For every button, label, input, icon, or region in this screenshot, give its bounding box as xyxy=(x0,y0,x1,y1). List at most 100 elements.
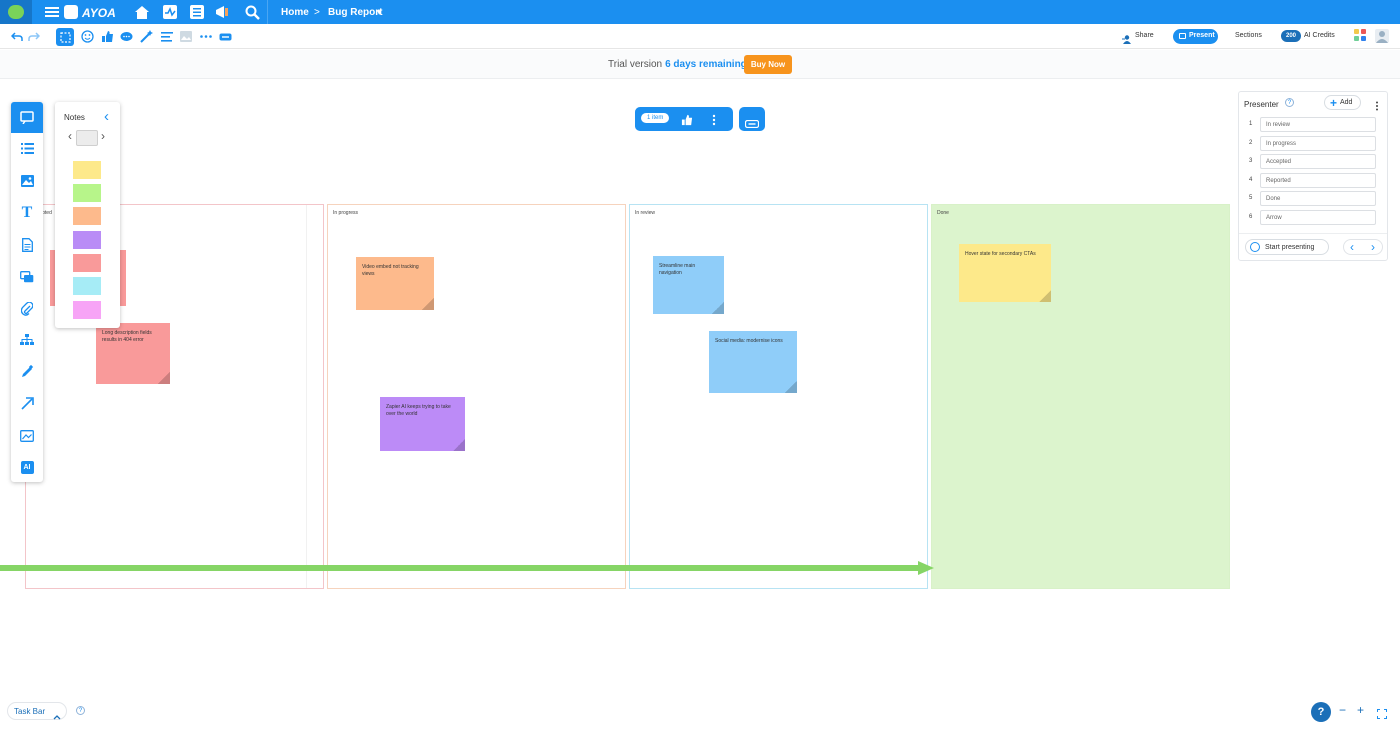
ai-tool-button[interactable]: AI xyxy=(11,452,43,483)
note-color-swatch[interactable] xyxy=(73,231,101,249)
buy-now-button[interactable]: Buy Now xyxy=(744,55,792,74)
apps-grid-icon[interactable] xyxy=(1354,29,1367,43)
breadcrumb-home[interactable]: Home xyxy=(281,7,309,18)
add-label: Add xyxy=(1340,99,1353,106)
presenter-slide-row[interactable]: 2 In progress xyxy=(1239,135,1389,153)
note-color-swatch[interactable] xyxy=(73,161,101,179)
note-color-swatch[interactable] xyxy=(73,254,101,272)
zoom-out-button[interactable]: − xyxy=(1339,703,1346,717)
start-presenting-button[interactable]: Start presenting xyxy=(1245,239,1329,255)
column-title[interactable]: In progress xyxy=(333,210,358,216)
present-button[interactable]: Present xyxy=(1173,29,1218,44)
note-color-swatch[interactable] xyxy=(73,301,101,319)
hamburger-menu-icon[interactable] xyxy=(44,4,60,20)
next-style-chevron-icon[interactable]: › xyxy=(101,129,105,143)
top-navigation-bar: AYOA Home > Bug Report ▾ xyxy=(0,0,1400,24)
text-align-icon[interactable] xyxy=(159,29,174,44)
link-icon[interactable] xyxy=(218,29,233,44)
start-presenting-label: Start presenting xyxy=(1265,244,1315,251)
help-icon[interactable]: ? xyxy=(76,706,85,715)
share-button[interactable]: Share xyxy=(1135,32,1154,39)
announcements-megaphone-icon[interactable] xyxy=(215,4,231,20)
activity-icon[interactable] xyxy=(162,4,178,20)
emoji-reaction-icon[interactable] xyxy=(80,29,95,44)
slide-name-field[interactable]: Done xyxy=(1260,191,1376,206)
breadcrumb-separator: > xyxy=(314,7,320,18)
frame-tool-icon[interactable] xyxy=(11,420,43,451)
sticky-note[interactable]: Video embed not tracking views xyxy=(356,257,434,310)
slide-name-field[interactable]: Reported xyxy=(1260,172,1376,188)
breadcrumb-current-board[interactable]: Bug Report xyxy=(328,7,382,18)
collapse-panel-chevron-icon[interactable]: ‹ xyxy=(104,108,109,125)
arrow-tool-icon[interactable] xyxy=(11,388,43,419)
share-user-icon[interactable] xyxy=(1122,31,1131,44)
thumbs-up-icon[interactable] xyxy=(681,113,693,126)
list-tool-icon[interactable] xyxy=(11,133,43,164)
presenter-slide-row[interactable]: 4 Reported xyxy=(1239,172,1389,190)
slide-name-field[interactable]: Accepted xyxy=(1260,154,1376,169)
slide-name-field[interactable]: In progress xyxy=(1260,135,1376,151)
note-color-swatch[interactable] xyxy=(73,207,101,225)
user-avatar-icon[interactable] xyxy=(1375,29,1389,43)
sections-button[interactable]: Sections xyxy=(1235,32,1262,39)
presenter-slide-row[interactable]: 1 In review xyxy=(1239,116,1389,134)
search-icon[interactable] xyxy=(244,4,260,20)
sticky-note[interactable]: Long description fields results in 404 e… xyxy=(96,323,170,384)
previous-slide-chevron-icon[interactable]: ‹ xyxy=(1350,240,1354,254)
note-color-swatch[interactable] xyxy=(73,184,101,202)
sticky-note[interactable]: Hover state for secondary CTAs xyxy=(959,244,1051,302)
undo-icon[interactable] xyxy=(9,29,24,44)
column-title[interactable]: In review xyxy=(635,210,655,216)
image-tool-icon[interactable] xyxy=(11,165,43,196)
text-tool-icon[interactable]: T xyxy=(11,197,43,228)
presenter-slide-row[interactable]: 3 Accepted xyxy=(1239,153,1389,171)
presenter-slide-row[interactable]: 5 Done xyxy=(1239,190,1389,208)
more-vertical-icon[interactable] xyxy=(1375,98,1379,111)
ayoa-logo-icon xyxy=(64,5,78,19)
ai-credits-count[interactable]: 200 xyxy=(1281,30,1301,42)
pen-draw-tool-icon[interactable] xyxy=(11,356,43,387)
document-tool-icon[interactable] xyxy=(11,229,43,260)
magic-wand-icon[interactable] xyxy=(139,29,154,44)
sticky-note[interactable]: Zapier AI keeps trying to take over the … xyxy=(380,397,465,451)
sticky-note-tool-icon[interactable] xyxy=(11,102,43,133)
more-options-icon[interactable] xyxy=(198,29,213,44)
help-center-button[interactable]: ? xyxy=(1311,702,1331,722)
next-slide-chevron-icon[interactable]: › xyxy=(1371,240,1375,254)
slide-name-field[interactable]: In review xyxy=(1260,117,1376,132)
previous-style-chevron-icon[interactable]: ‹ xyxy=(68,129,72,143)
chat-icon[interactable] xyxy=(0,0,32,24)
fullscreen-icon[interactable] xyxy=(1377,706,1387,719)
zoom-in-button[interactable]: + xyxy=(1357,703,1364,717)
selected-item-count[interactable]: 1 item xyxy=(641,113,670,123)
sticky-note[interactable]: Social media: modernise icons xyxy=(709,331,797,393)
link-toggle-button[interactable] xyxy=(739,107,765,131)
attachment-paperclip-icon[interactable] xyxy=(11,293,43,324)
select-tool-icon[interactable] xyxy=(56,28,74,46)
org-chart-tool-icon[interactable] xyxy=(11,324,43,355)
add-slide-button[interactable]: + Add xyxy=(1324,95,1361,110)
home-icon[interactable] xyxy=(134,4,150,20)
image-icon[interactable] xyxy=(178,29,193,44)
sticky-note-text: Streamline main navigation xyxy=(659,263,696,276)
present-label: Present xyxy=(1189,32,1215,39)
slide-number: 3 xyxy=(1249,158,1253,164)
present-screen-icon xyxy=(1179,33,1186,39)
board-arrow-connector[interactable] xyxy=(0,561,935,575)
comment-icon[interactable] xyxy=(119,29,134,44)
thumbs-up-icon[interactable] xyxy=(100,29,115,44)
tasks-board-icon[interactable] xyxy=(189,4,205,20)
slide-name-field[interactable]: Arrow xyxy=(1260,209,1376,225)
help-icon[interactable]: ? xyxy=(1285,98,1294,107)
task-bar-toggle[interactable]: Task Bar xyxy=(7,702,67,720)
sticky-note[interactable]: Streamline main navigation xyxy=(653,256,724,314)
chevron-down-icon[interactable]: ▾ xyxy=(377,7,382,18)
note-color-swatch[interactable] xyxy=(73,277,101,295)
media-tool-icon[interactable] xyxy=(11,261,43,292)
more-vertical-icon[interactable] xyxy=(712,113,716,126)
redo-icon[interactable] xyxy=(26,29,41,44)
presenter-slide-row[interactable]: 6 Arrow xyxy=(1239,209,1389,227)
note-style-preview[interactable] xyxy=(76,130,98,146)
column-title[interactable]: Done xyxy=(937,210,949,216)
ai-credits-label[interactable]: AI Credits xyxy=(1304,32,1335,39)
